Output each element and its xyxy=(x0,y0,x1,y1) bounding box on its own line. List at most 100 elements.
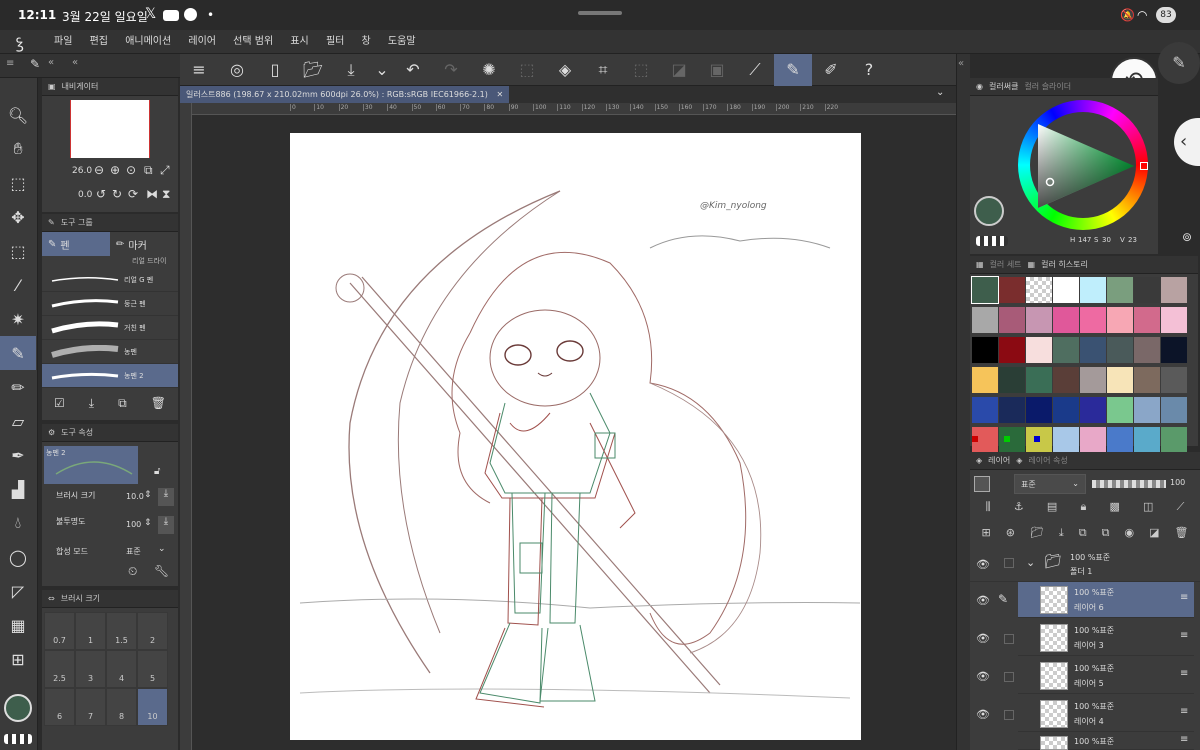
brush-size-value[interactable]: 10.0 xyxy=(126,492,144,501)
fit-navigator-icon[interactable]: ⤢ xyxy=(160,163,170,178)
color-swatch[interactable] xyxy=(972,367,998,393)
menu-layer[interactable]: 레이어 xyxy=(188,30,216,54)
eraser-tool-icon[interactable]: ▱ xyxy=(0,404,36,438)
color-swatch[interactable] xyxy=(1053,427,1079,453)
brush-item-round-pen[interactable]: 둥근 펜 xyxy=(42,292,178,316)
reference-layer-icon[interactable]: ⚓︎ xyxy=(1014,500,1024,518)
duplicate-layer-icon[interactable]: ⧉ xyxy=(1102,526,1110,544)
layer-item[interactable]: 100 %표준 ≡ xyxy=(1018,734,1194,750)
layer-row[interactable]: 👁︎ 100 %표준 레이어 4 ≡ xyxy=(970,696,1200,734)
menu-animation[interactable]: 애니메이션 xyxy=(125,30,171,54)
save-icon[interactable]: ⤓ xyxy=(332,54,370,86)
brush-size-preset-selected[interactable]: 10 xyxy=(137,688,168,726)
color-swatch[interactable] xyxy=(972,307,998,333)
menu-lines-icon[interactable]: ≡ xyxy=(6,58,14,69)
tab-chevron-down-icon[interactable]: ⌄ xyxy=(936,87,944,98)
menu-selection[interactable]: 선택 범위 xyxy=(233,30,273,54)
blend-chevron-icon[interactable]: ⌄ xyxy=(158,544,166,554)
color-swatch[interactable] xyxy=(1134,427,1160,453)
hue-ring[interactable] xyxy=(1018,100,1148,230)
layer-item[interactable]: 100 %표준 레이어 5 ≡ xyxy=(1018,658,1194,694)
new-vector-layer-icon[interactable]: ⊛ xyxy=(1006,526,1015,544)
color-swatch[interactable] xyxy=(1053,367,1079,393)
menu-help[interactable]: 도움말 xyxy=(388,30,416,54)
color-set-tab[interactable]: 컬러 세트 xyxy=(990,259,1022,270)
brush-item-ink-pen-2[interactable]: 농펜 2 xyxy=(42,364,178,388)
subtool-tab-marker[interactable]: ✏︎ 마커 xyxy=(110,232,178,256)
color-swatch[interactable] xyxy=(999,277,1025,303)
main-color-swatch[interactable] xyxy=(974,196,1004,226)
color-swatch[interactable] xyxy=(1107,337,1133,363)
layer-checkbox[interactable] xyxy=(1004,710,1014,720)
brush-size-preset[interactable]: 3 xyxy=(75,650,106,688)
figure-tool-icon[interactable]: ◸ xyxy=(0,574,36,608)
collapse-left-icon[interactable]: « xyxy=(48,57,54,68)
brush-snap-icon[interactable]: ✎ xyxy=(774,53,812,86)
brush-size-preset[interactable]: 7 xyxy=(75,688,106,726)
color-circle-tab[interactable]: 컬러써클 xyxy=(989,81,1018,92)
color-swatch[interactable] xyxy=(999,337,1025,363)
zoom-tool-icon[interactable]: 🔍︎ xyxy=(0,98,36,132)
menu-file[interactable]: 파일 xyxy=(54,30,72,54)
main-color-circle[interactable] xyxy=(4,694,32,722)
layer-item-selected[interactable]: 100 %표준 레이어 6 ≡ xyxy=(1018,582,1194,618)
color-swatch[interactable] xyxy=(1026,277,1052,303)
rotate-right-icon[interactable]: ↻ xyxy=(112,187,122,201)
brush-size-preset[interactable]: 4 xyxy=(106,650,137,688)
redo-icon[interactable]: ↷ xyxy=(432,54,470,86)
gradient-tool-icon[interactable]: ▦ xyxy=(0,608,36,642)
tool-preset-icon[interactable]: ⏲ xyxy=(128,564,137,579)
edit-snap-icon[interactable]: ✐ xyxy=(812,54,850,86)
color-swatch[interactable] xyxy=(1080,277,1106,303)
color-swatch[interactable] xyxy=(1053,337,1079,363)
lock-layer-icon[interactable]: 🔒︎ xyxy=(1080,500,1086,518)
ruler-snap-icon[interactable]: ⟋ xyxy=(736,54,774,86)
layer-row[interactable]: 👁︎ 100 %표준 레이어 3 ≡ xyxy=(970,620,1200,658)
visibility-eye-icon[interactable]: 👁︎ xyxy=(976,558,990,571)
color-swatch[interactable] xyxy=(1134,397,1160,423)
subtool-delete-icon[interactable]: 🗑︎ xyxy=(151,396,166,411)
chevron-down-icon[interactable]: ⌄ xyxy=(370,54,394,86)
color-swatch[interactable] xyxy=(999,397,1025,423)
layer-row[interactable]: 👁︎ ✎ 100 %표준 레이어 6 ≡ xyxy=(970,582,1200,620)
brush-size-preset[interactable]: 1.5 xyxy=(106,612,137,650)
menu-view[interactable]: 표시 xyxy=(290,30,308,54)
color-swatch[interactable] xyxy=(1026,337,1052,363)
color-swatch[interactable] xyxy=(1080,427,1106,453)
color-swatch[interactable] xyxy=(1107,277,1133,303)
transfer-down-icon[interactable]: ⤓ xyxy=(1059,526,1064,544)
clip-layer-icon[interactable]: ⫼ xyxy=(986,500,991,518)
brush-size-preset[interactable]: 5 xyxy=(137,650,168,688)
color-swatch[interactable] xyxy=(999,427,1025,453)
brush-size-preset[interactable]: 0.7 xyxy=(44,612,75,650)
color-swatch[interactable] xyxy=(1107,427,1133,453)
color-swatch[interactable] xyxy=(1107,397,1133,423)
color-swatch[interactable] xyxy=(999,307,1025,333)
blend-tool-icon[interactable]: 💧︎ xyxy=(0,506,36,540)
fill-tool-icon[interactable]: ▟ xyxy=(0,472,36,506)
delete-layer-icon[interactable]: 🗑︎ xyxy=(1175,526,1189,544)
saturation-triangle[interactable] xyxy=(1036,120,1136,212)
document-tab[interactable]: 일러스트886 (198.67 x 210.02mm 600dpi 26.0%)… xyxy=(180,86,510,103)
apply-mask-icon[interactable]: ◪ xyxy=(1149,526,1159,544)
layer-folder-row[interactable]: 👁︎ ⌄ 📁︎ 100 %표준 폴더 1 xyxy=(970,548,1200,582)
transform-icon[interactable]: ⌗ xyxy=(584,54,622,86)
color-swatch[interactable] xyxy=(1026,367,1052,393)
eyedropper-tool-icon[interactable]: ⁄ xyxy=(0,268,36,302)
opacity-value[interactable]: 100 xyxy=(126,520,141,529)
color-swatch[interactable] xyxy=(972,337,998,363)
color-swatch[interactable] xyxy=(1161,277,1187,303)
ruler-display-icon[interactable]: ⟋ xyxy=(1177,500,1185,518)
color-swatch[interactable] xyxy=(1053,397,1079,423)
frame-tool-icon[interactable]: ⊞ xyxy=(0,642,36,676)
edit-pencil-floating-icon[interactable]: ✎ xyxy=(1158,42,1200,84)
pen-tool-tab-icon[interactable]: ✎ xyxy=(30,57,40,71)
draft-layer-icon[interactable]: ▤ xyxy=(1047,500,1057,518)
color-swatch[interactable] xyxy=(1107,307,1133,333)
selection-border-icon[interactable]: ▣ xyxy=(698,54,736,86)
actual-size-icon[interactable]: ⊙ xyxy=(126,163,136,177)
layer-blend-select[interactable]: 표준 ⌄ xyxy=(1014,474,1086,494)
menu-window[interactable]: 창 xyxy=(362,30,371,54)
merge-down-icon[interactable]: ⧉ xyxy=(1079,526,1087,544)
subtool-settings-icon[interactable]: ☑ xyxy=(54,396,65,411)
